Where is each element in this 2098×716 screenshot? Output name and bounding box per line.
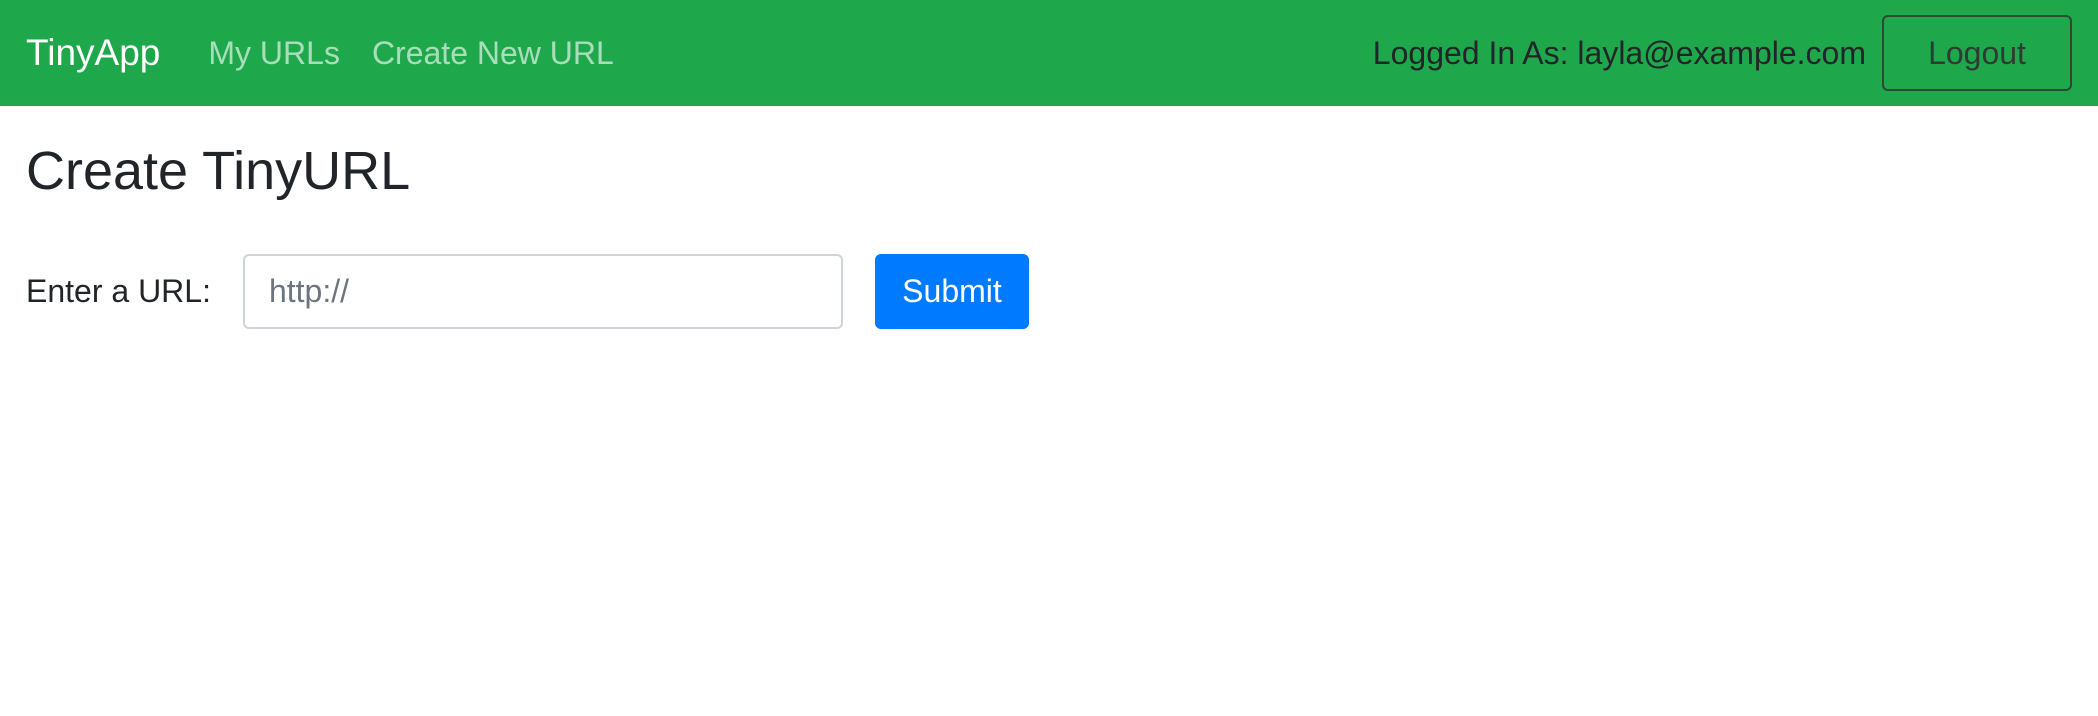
top-navbar: TinyApp My URLs Create New URL Logged In…	[0, 0, 2098, 106]
page-title: Create TinyURL	[26, 141, 411, 201]
url-field-label: Enter a URL:	[26, 273, 211, 309]
create-url-form: Enter a URL: Submit	[26, 254, 1029, 329]
nav-link-my-urls[interactable]: My URLs	[208, 35, 340, 72]
logout-button[interactable]: Logout	[1882, 15, 2072, 91]
url-input[interactable]	[242, 254, 843, 329]
nav-link-create-new-url[interactable]: Create New URL	[372, 35, 614, 72]
brand-link[interactable]: TinyApp	[26, 32, 160, 74]
logged-in-status: Logged In As: layla@example.com	[1372, 34, 1866, 71]
submit-button[interactable]: Submit	[874, 254, 1029, 329]
